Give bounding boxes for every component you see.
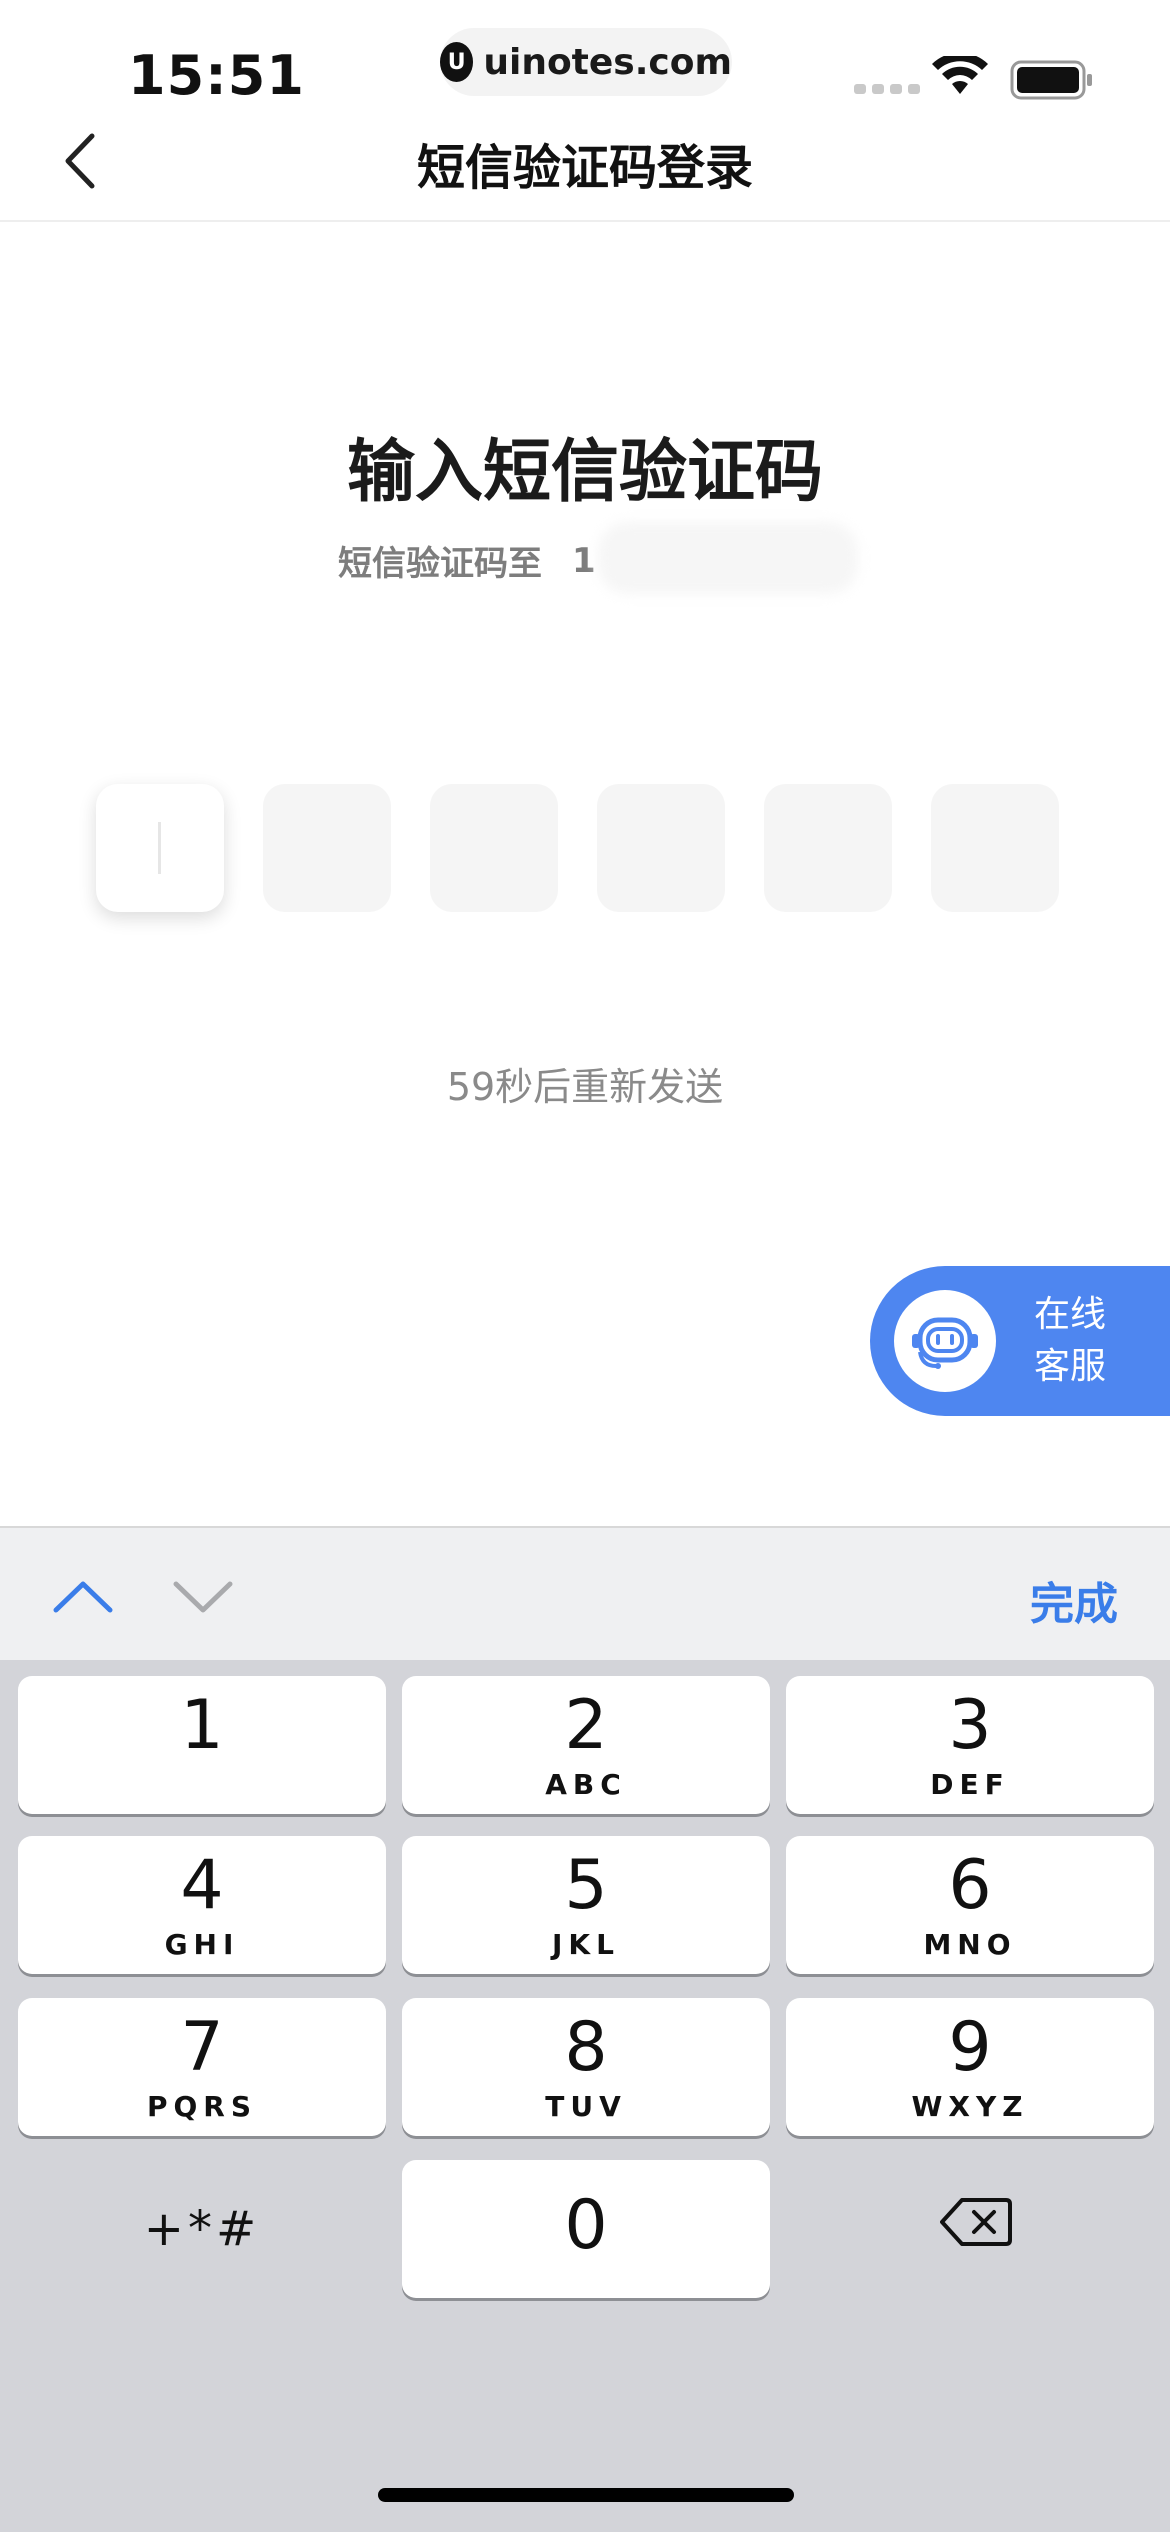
nav-divider xyxy=(0,220,1170,222)
watermark-logo-icon: U xyxy=(440,42,474,82)
key-digit: 4 xyxy=(180,1846,224,1925)
done-button[interactable]: 完成 xyxy=(1030,1568,1118,1632)
key-digit: 2 xyxy=(564,1686,608,1765)
key-digit: 6 xyxy=(948,1846,992,1925)
key-letters: GHI xyxy=(164,1928,240,1961)
key-5[interactable]: 5 JKL xyxy=(402,1836,770,1974)
key-digit: 3 xyxy=(948,1686,992,1765)
online-service-button[interactable]: 在线 客服 xyxy=(870,1266,1170,1416)
phone-redaction xyxy=(598,522,858,594)
signal-icon xyxy=(854,84,920,94)
code-slot-4[interactable] xyxy=(597,784,725,912)
key-digit: 1 xyxy=(180,1686,224,1765)
watermark-text: uinotes.com xyxy=(483,41,732,83)
key-digit: 0 xyxy=(564,2186,608,2265)
key-letters: ABC xyxy=(545,1768,627,1801)
home-indicator[interactable] xyxy=(378,2488,794,2502)
watermark-badge: U uinotes.com xyxy=(440,28,732,96)
page-title: 短信验证码登录 xyxy=(416,140,753,196)
service-label: 在线 客服 xyxy=(1034,1289,1106,1393)
key-2[interactable]: 2 ABC xyxy=(402,1676,770,1814)
key-0[interactable]: 0 xyxy=(402,2160,770,2298)
backspace-icon[interactable] xyxy=(940,2196,1012,2248)
subtitle: 短信验证码至 1 xyxy=(338,536,596,585)
key-6[interactable]: 6 MNO xyxy=(786,1836,1154,1974)
key-1[interactable]: 1 xyxy=(18,1676,386,1814)
code-slot-3[interactable] xyxy=(430,784,558,912)
chevron-down-icon[interactable] xyxy=(172,1578,234,1614)
service-label-line1: 在线 xyxy=(1034,1294,1107,1335)
key-digit: 5 xyxy=(564,1846,608,1925)
key-3[interactable]: 3 DEF xyxy=(786,1676,1154,1814)
code-slot-2[interactable] xyxy=(263,784,391,912)
symbols-key[interactable]: +*# xyxy=(18,2160,386,2298)
keyboard-toolbar: 完成 xyxy=(0,1526,1170,1660)
chevron-up-icon[interactable] xyxy=(52,1578,114,1614)
service-label-line2: 客服 xyxy=(1034,1346,1107,1387)
key-letters: JKL xyxy=(552,1928,620,1961)
key-letters: DEF xyxy=(930,1768,1010,1801)
key-4[interactable]: 4 GHI xyxy=(18,1836,386,1974)
key-letters: PQRS xyxy=(146,2090,258,2123)
status-time: 15:51 xyxy=(128,44,305,107)
code-slot-6[interactable] xyxy=(931,784,1059,912)
robot-service-icon xyxy=(894,1290,996,1392)
key-8[interactable]: 8 TUV xyxy=(402,1998,770,2136)
text-caret xyxy=(158,822,161,874)
key-9[interactable]: 9 WXYZ xyxy=(786,1998,1154,2136)
wifi-icon xyxy=(932,56,988,94)
code-input-row[interactable] xyxy=(96,784,1059,912)
key-digit: 7 xyxy=(180,2008,224,2087)
code-slot-5[interactable] xyxy=(764,784,892,912)
phone-number: 1 xyxy=(572,540,596,581)
key-7[interactable]: 7 PQRS xyxy=(18,1998,386,2136)
resend-countdown: 59秒后重新发送 xyxy=(446,1065,724,1109)
key-digit: 8 xyxy=(564,2008,608,2087)
key-letters: TUV xyxy=(545,2090,627,2123)
subtitle-label: 短信验证码至 xyxy=(338,544,542,584)
key-digit: 9 xyxy=(948,2008,992,2087)
key-letters: WXYZ xyxy=(911,2090,1029,2123)
heading: 输入短信验证码 xyxy=(346,433,823,512)
battery-icon xyxy=(1010,60,1092,100)
key-letters: MNO xyxy=(923,1928,1017,1961)
